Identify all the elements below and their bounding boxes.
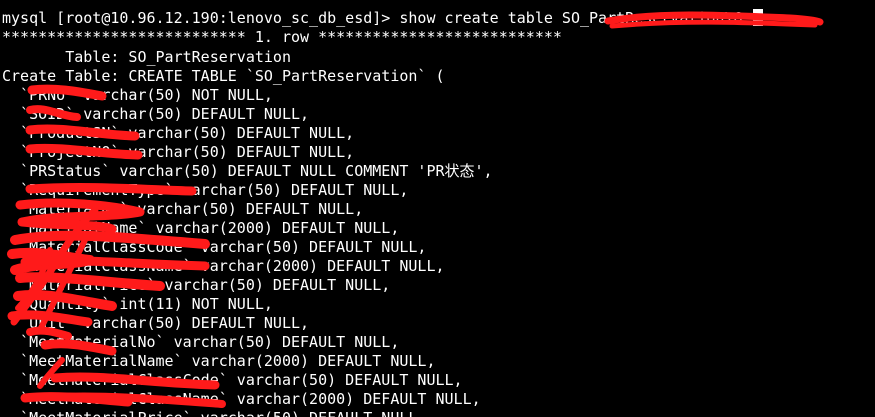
column-definition: `MeetMaterialClassName` varchar(2000) DE… bbox=[2, 390, 481, 408]
column-definition: `MeetMaterialName` varchar(2000) DEFAULT… bbox=[2, 352, 436, 370]
column-definition: `MaterialClassName` varchar(2000) DEFAUL… bbox=[2, 257, 445, 275]
column-definition: `MaterialName` varchar(2000) DEFAULT NUL… bbox=[2, 219, 400, 237]
command-line[interactable]: mysql [root@10.96.12.190:lenovo_sc_db_es… bbox=[2, 9, 763, 28]
column-definition: `MeetMaterialPrice` varchar(50) DEFAULT … bbox=[2, 409, 426, 417]
column-definition: `ProjectNO` varchar(50) DEFAULT NULL, bbox=[2, 143, 355, 161]
column-definition: `MaterialNo` varchar(50) DEFAULT NULL, bbox=[2, 200, 364, 218]
column-definition: `PRNo` varchar(50) NOT NULL, bbox=[2, 86, 273, 104]
column-definition: `Unit` varchar(50) DEFAULT NULL, bbox=[2, 314, 310, 332]
column-definition: `ProductSN` varchar(50) DEFAULT NULL, bbox=[2, 124, 355, 142]
row-header: *************************** 1. row *****… bbox=[2, 28, 562, 46]
column-definition: `SOID` varchar(50) DEFAULT NULL, bbox=[2, 105, 310, 123]
terminal-window[interactable]: mysql [root@10.96.12.190:lenovo_sc_db_es… bbox=[0, 0, 875, 417]
column-definition: `MaterialClassCode` varchar(50) DEFAULT … bbox=[2, 238, 427, 256]
mysql-prompt: mysql [root@10.96.12.190:lenovo_sc_db_es… bbox=[2, 9, 400, 27]
column-definition: `MaterialPrice` varchar(50) DEFAULT NULL… bbox=[2, 276, 391, 294]
column-definition: `MeetMaterialClassCode` varchar(50) DEFA… bbox=[2, 371, 463, 389]
column-definition: `MeetMaterialNo` varchar(50) DEFAULT NUL… bbox=[2, 333, 400, 351]
command-text[interactable]: show create table SO_PartReservation\G; bbox=[399, 9, 751, 27]
column-definition: `PRStatus` varchar(50) DEFAULT NULL COMM… bbox=[2, 162, 493, 180]
column-definition: `RequirementType` varchar(50) DEFAULT NU… bbox=[2, 181, 409, 199]
text-cursor bbox=[752, 9, 763, 26]
column-definition: `Quantity` int(11) NOT NULL, bbox=[2, 295, 273, 313]
table-name-line: Table: SO_PartReservation bbox=[2, 48, 291, 66]
create-table-line: Create Table: CREATE TABLE `SO_PartReser… bbox=[2, 67, 445, 85]
